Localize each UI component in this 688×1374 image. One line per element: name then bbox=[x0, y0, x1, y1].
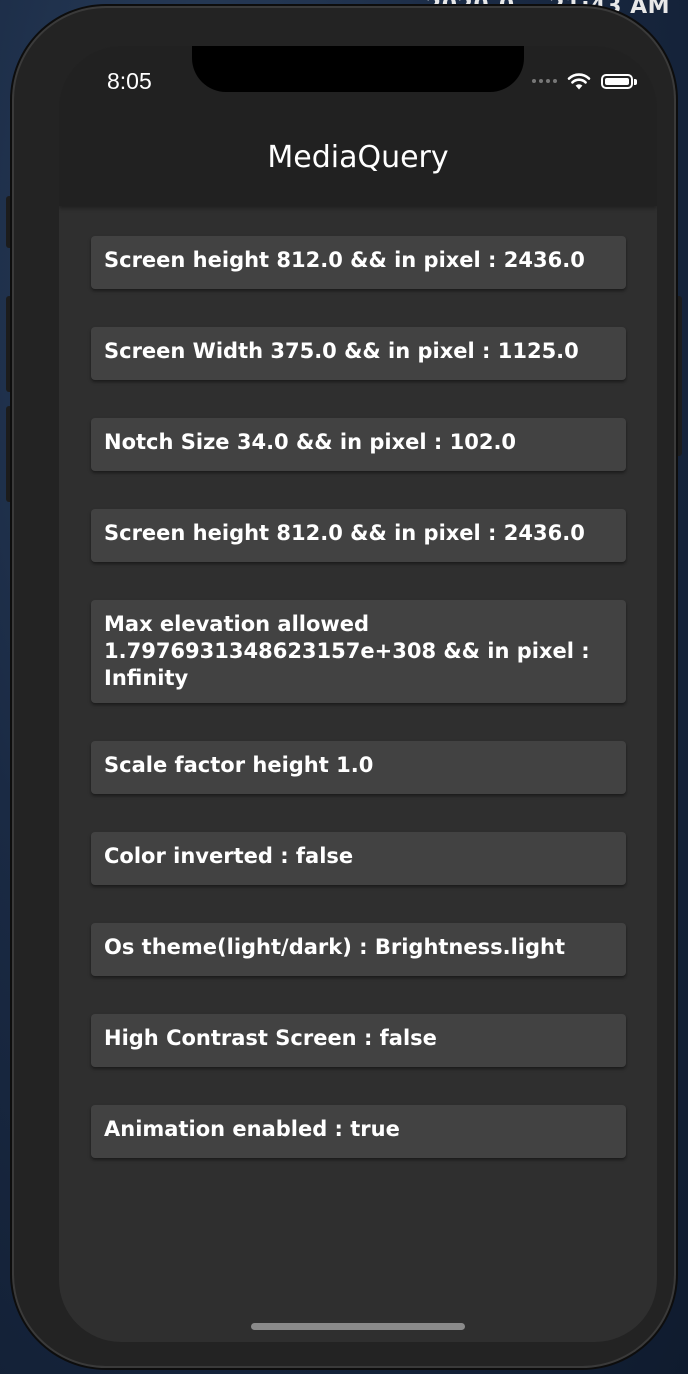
app-bar-title: MediaQuery bbox=[267, 140, 449, 175]
status-bar-time: 8:05 bbox=[107, 68, 152, 94]
info-card-scale-factor: Scale factor height 1.0 bbox=[91, 741, 626, 794]
info-card-screen-height-repeat: Screen height 812.0 && in pixel : 2436.0 bbox=[91, 509, 626, 562]
info-card-high-contrast: High Contrast Screen : false bbox=[91, 1014, 626, 1067]
wifi-icon bbox=[567, 73, 591, 90]
power-button bbox=[674, 296, 682, 456]
volume-down-button bbox=[6, 406, 14, 502]
info-card-notch-size: Notch Size 34.0 && in pixel : 102.0 bbox=[91, 418, 626, 471]
silent-switch bbox=[6, 196, 14, 248]
info-card-list: Screen height 812.0 && in pixel : 2436.0… bbox=[91, 236, 626, 1196]
info-card-color-inverted: Color inverted : false bbox=[91, 832, 626, 885]
volume-up-button bbox=[6, 296, 14, 392]
info-card-screen-width: Screen Width 375.0 && in pixel : 1125.0 bbox=[91, 327, 626, 380]
info-card-os-theme: Os theme(light/dark) : Brightness.light bbox=[91, 923, 626, 976]
phone-frame: 8:05 MediaQuery Screen height 812.0 && i… bbox=[14, 8, 674, 1366]
info-card-animation-enabled: Animation enabled : true bbox=[91, 1105, 626, 1158]
info-card-screen-height: Screen height 812.0 && in pixel : 2436.0 bbox=[91, 236, 626, 289]
phone-screen: 8:05 MediaQuery Screen height 812.0 && i… bbox=[59, 46, 657, 1342]
battery-icon bbox=[601, 73, 637, 89]
cellular-signal-icon bbox=[532, 79, 557, 83]
info-card-max-elevation: Max elevation allowed 1.7976931348623157… bbox=[91, 600, 626, 703]
app-bar: 8:05 MediaQuery bbox=[59, 46, 657, 206]
status-bar-icons bbox=[532, 72, 637, 90]
notch bbox=[192, 46, 524, 92]
home-indicator[interactable] bbox=[251, 1323, 465, 1330]
